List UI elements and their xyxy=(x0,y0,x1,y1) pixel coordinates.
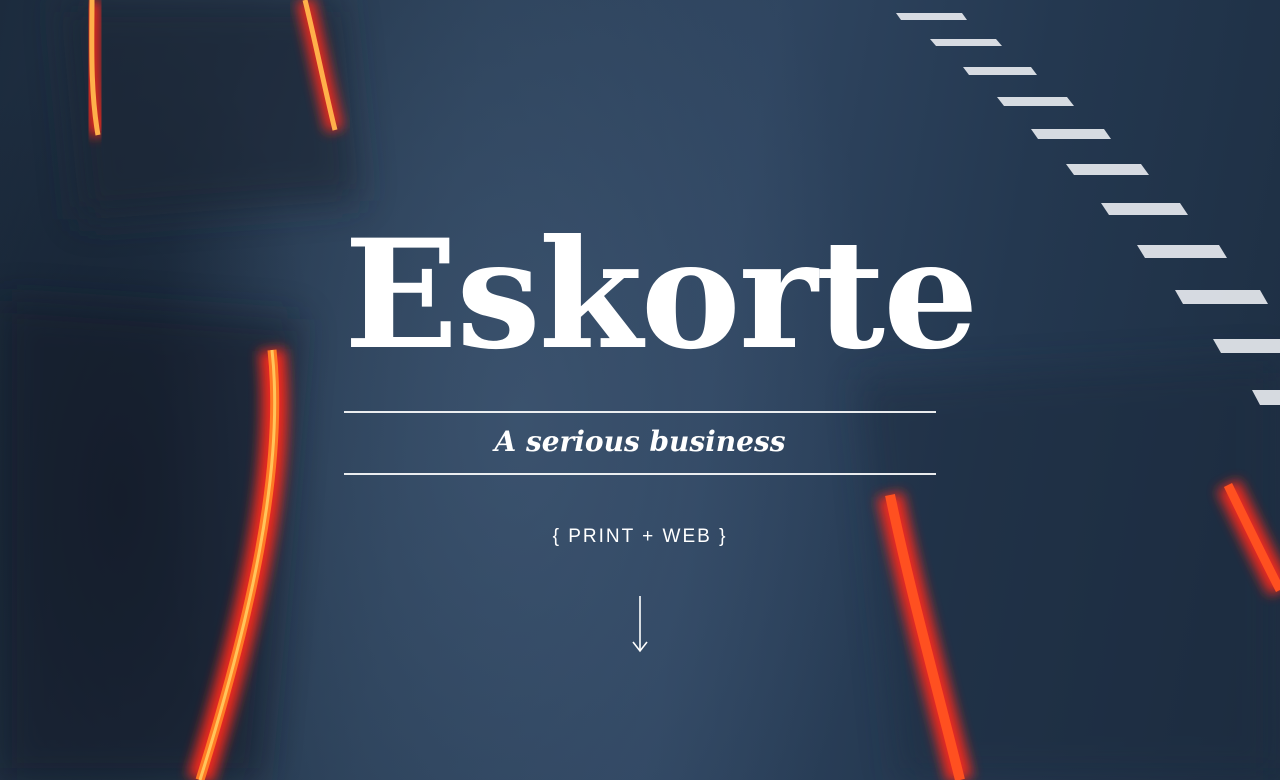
arrow-down-icon[interactable] xyxy=(624,592,656,656)
hero-content: Eskorte A serious business { PRINT + WEB… xyxy=(344,0,979,780)
hero-section: Eskorte A serious business { PRINT + WEB… xyxy=(0,0,1280,780)
divider-top xyxy=(344,411,936,413)
services-label: { PRINT + WEB } xyxy=(552,526,728,547)
site-title: Eskorte xyxy=(344,207,979,383)
tagline: A serious business xyxy=(494,425,786,458)
divider-bottom xyxy=(344,473,936,475)
